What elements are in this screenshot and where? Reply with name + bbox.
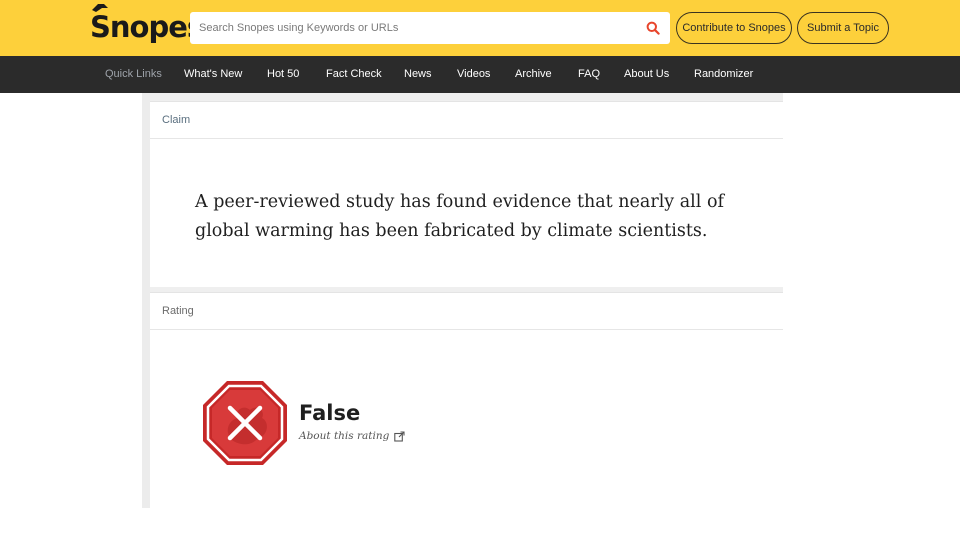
main-nav: Quick Links What's New Hot 50 Fact Check…: [0, 56, 960, 93]
nav-news[interactable]: News: [404, 56, 432, 93]
nav-whats-new[interactable]: What's New: [184, 56, 242, 93]
nav-fact-check[interactable]: Fact Check: [326, 56, 382, 93]
claim-text: A peer-reviewed study has found evidence…: [195, 192, 724, 241]
rating-heading: Rating: [150, 293, 783, 330]
card-gap: [150, 93, 783, 101]
nav-randomizer[interactable]: Randomizer: [694, 56, 753, 93]
search-icon[interactable]: [646, 21, 660, 35]
search-box: [190, 12, 670, 44]
rating-card: Rating False About this rating: [150, 292, 783, 508]
about-rating-link[interactable]: About this rating: [299, 430, 405, 442]
nav-about-us[interactable]: About Us: [624, 56, 669, 93]
nav-quick-links[interactable]: Quick Links: [105, 56, 162, 93]
search-input[interactable]: [199, 13, 639, 43]
logo-text: Snopes: [90, 10, 204, 44]
claim-heading: Claim: [150, 102, 783, 139]
about-rating-label: About this rating: [299, 430, 390, 442]
content-rail: [142, 93, 150, 508]
nav-archive[interactable]: Archive: [515, 56, 552, 93]
site-header: Snopes Contribute to Snopes Submit a Top…: [0, 0, 960, 56]
nav-faq[interactable]: FAQ: [578, 56, 600, 93]
nav-hot-50[interactable]: Hot 50: [267, 56, 299, 93]
submit-topic-button[interactable]: Submit a Topic: [797, 12, 889, 44]
rating-value: False: [299, 401, 361, 425]
false-stop-sign-icon: [203, 381, 287, 465]
claim-card: Claim A peer-reviewed study has found ev…: [150, 101, 783, 287]
nav-videos[interactable]: Videos: [457, 56, 490, 93]
snopes-logo[interactable]: Snopes: [90, 4, 204, 48]
contribute-button[interactable]: Contribute to Snopes: [676, 12, 792, 44]
external-link-icon: [394, 430, 405, 442]
